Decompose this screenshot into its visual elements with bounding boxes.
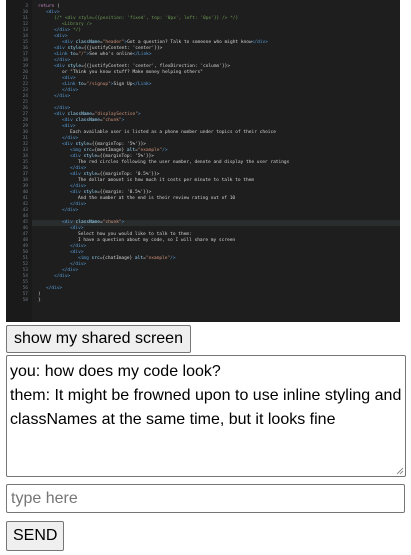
resize-grip-icon[interactable] [396, 467, 404, 475]
show-shared-screen-button[interactable]: show my shared screen [6, 325, 191, 353]
shared-code-screenshot: 3 return (10 <div> 11 {/* <div style={{posit… [6, 0, 400, 322]
chat-message: classNames at the same time, but it look… [10, 411, 336, 428]
line-number: 58 [22, 298, 28, 303]
chat-message: you: how does my code look? [10, 363, 221, 380]
code-line: 58} [6, 298, 400, 304]
send-button[interactable]: SEND [6, 521, 65, 551]
chat-log[interactable]: you: how does my code look? them: It mig… [6, 355, 406, 477]
chat-message: them: It might be frowned upon to use in… [10, 387, 402, 404]
code-text: } [38, 298, 41, 303]
message-input[interactable] [6, 484, 405, 513]
